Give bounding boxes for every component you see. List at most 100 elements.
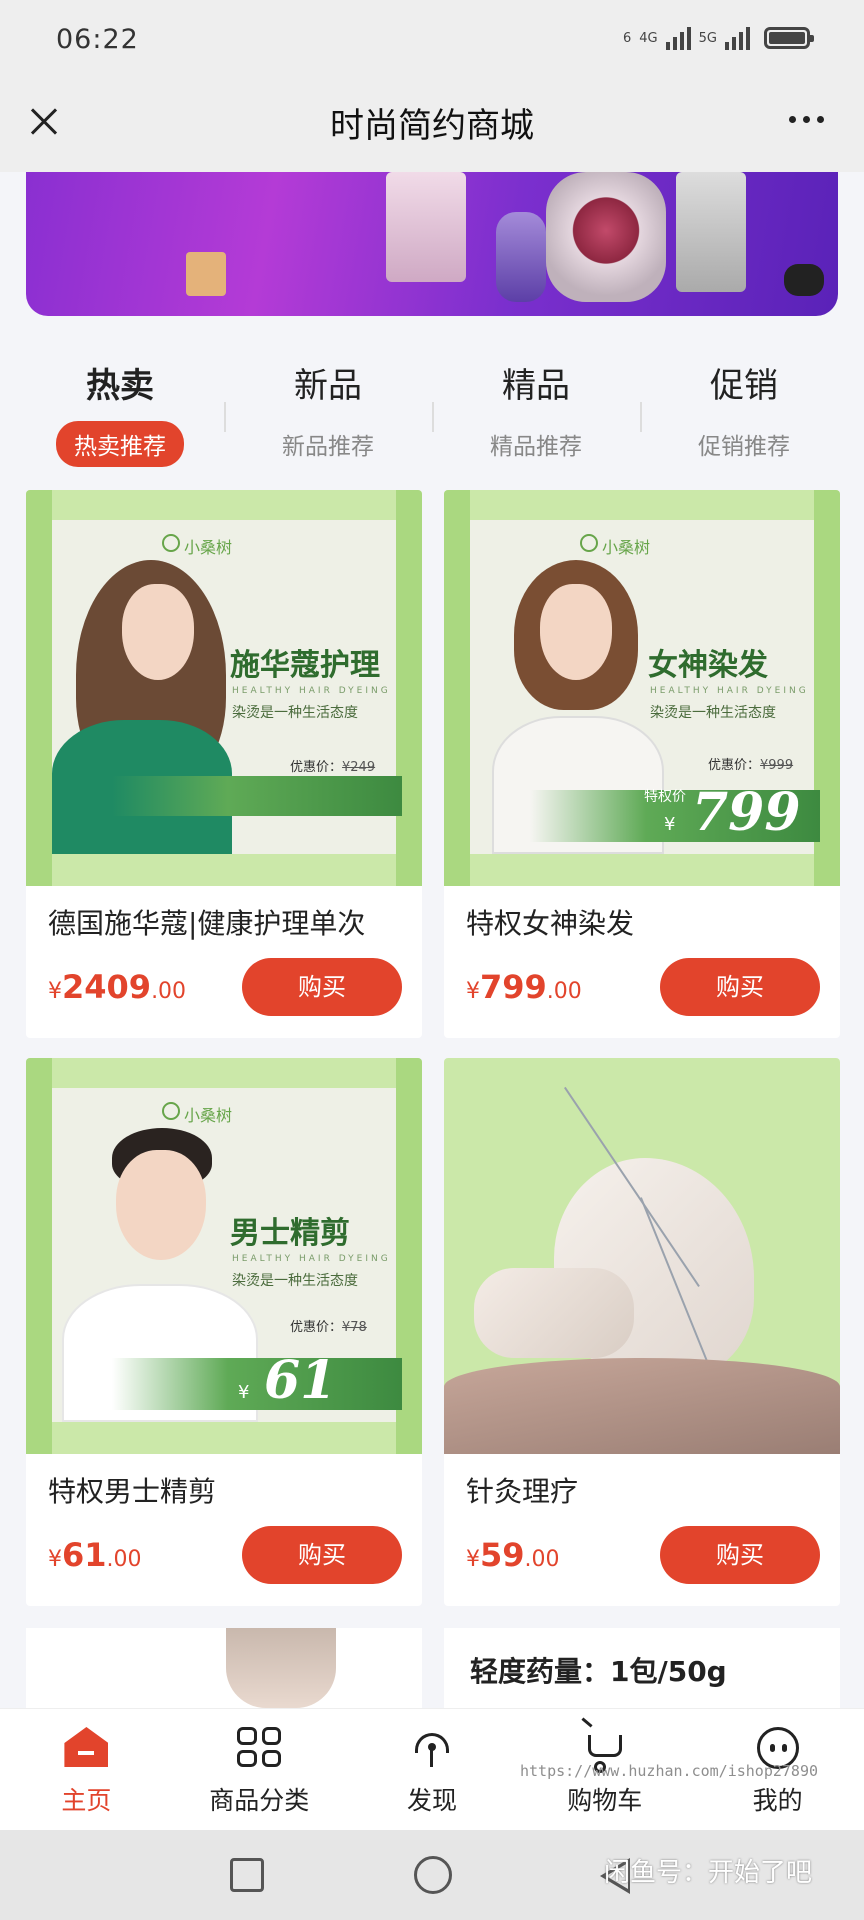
cart-icon [587,1735,622,1773]
discover-icon [410,1727,454,1767]
poster-brand: 小桑树 [602,538,651,557]
poster-privilege-price: 61 [264,1350,337,1411]
tab-title: 新品 [294,366,362,406]
product-price: ¥59.00 [466,1536,560,1574]
poster-subtitle-en: HEALTHY HAIR DYEING [650,686,809,696]
product-image[interactable]: 小桑树 女神染发 HEALTHY HAIR DYEING 染烫是一种生活态度 优… [444,490,840,886]
nav-label: 购物车 [567,1786,643,1815]
poster-title: 女神染发 [648,648,768,683]
network-5g-label: 5G [698,30,717,46]
tab-title: 促销 [710,366,778,406]
product-price: ¥799.00 [466,968,582,1006]
signal-icon [665,26,691,50]
nav-discover[interactable]: 发现 [346,1709,519,1830]
product-card[interactable]: 轻度药量：1包/50g [444,1628,840,1708]
poster-original-price: 优惠价：¥999 [708,758,794,773]
gloved-hand [474,1268,634,1358]
category-grid-icon [237,1727,282,1767]
recent-apps-icon[interactable] [230,1858,264,1892]
status-icons: 6 4G 5G [623,26,814,50]
buy-button[interactable]: 购买 [242,958,402,1016]
banner-appliance [386,172,466,282]
product-name[interactable]: 特权男士精剪 [48,1470,400,1510]
system-nav-bar: 闲鱼号：开始了吧 [0,1830,864,1920]
category-tabs: 热卖 热卖推荐 新品 新品推荐 精品 精品推荐 促销 促销推荐 [16,352,848,467]
network-4g-label: 4G [639,30,658,46]
tab-subtitle: 精品推荐 [490,434,582,460]
poster-slogan: 染烫是一种生活态度 [650,705,776,721]
tab-subtitle: 促销推荐 [698,434,790,460]
poster-privilege-label: 特权价 [644,789,686,805]
status-time: 06:22 [56,24,139,55]
product-name[interactable]: 德国施华蔻|健康护理单次 [48,902,400,942]
product-card[interactable]: 小桑树 男士精剪 HEALTHY HAIR DYEING 染烫是一种生活态度 优… [26,1058,422,1606]
product-poster: 小桑树 施华蔻护理 HEALTHY HAIR DYEING 染烫是一种生活态度 … [52,520,402,854]
brand-logo-icon [580,534,598,552]
product-poster: 小桑树 女神染发 HEALTHY HAIR DYEING 染烫是一种生活态度 优… [470,520,820,854]
system-watermark: 闲鱼号：开始了吧 [604,1858,813,1888]
poster-title: 施华蔻护理 [230,648,380,683]
banner-appliance [186,252,226,296]
product-name[interactable]: 针灸理疗 [466,1470,818,1510]
poster-privilege-label: 特权价 [212,1341,254,1357]
nav-label: 发现 [406,1786,457,1815]
poster-band [112,776,402,816]
product-card[interactable]: 针灸理疗 ¥59.00 购买 [444,1058,840,1606]
tab-promo[interactable]: 促销 促销推荐 [640,352,848,460]
tab-new[interactable]: 新品 新品推荐 [224,352,432,460]
poster-brand: 小桑树 [184,538,233,557]
brand-logo-icon [162,1102,180,1120]
poster-original-price: 优惠价：¥78 [290,1320,367,1335]
home-button-icon[interactable] [414,1856,452,1894]
banner-mascot-icon [784,264,824,296]
poster-slogan: 染烫是一种生活态度 [232,705,358,721]
poster-privilege-currency: ¥ [238,1382,250,1403]
poster-band [112,1358,402,1410]
watermark: https://www.huzhan.com/ishop27890 [520,1762,819,1780]
nav-label: 我的 [752,1786,803,1815]
tab-title: 热卖 [86,366,154,406]
poster-subtitle-en: HEALTHY HAIR DYEING [232,686,391,696]
product-card[interactable]: 小桑树 女神染发 HEALTHY HAIR DYEING 染烫是一种生活态度 优… [444,490,840,1038]
home-icon [64,1727,109,1767]
poster-title: 男士精剪 [230,1216,350,1251]
product-image [226,1628,336,1708]
banner-appliance [546,172,666,302]
product-image[interactable]: 小桑树 施华蔻护理 HEALTHY HAIR DYEING 染烫是一种生活态度 … [26,490,422,886]
buy-button[interactable]: 购买 [660,958,820,1016]
banner-appliance [496,212,546,302]
buy-button[interactable]: 购买 [242,1526,402,1584]
brand-logo-icon [162,534,180,552]
product-name[interactable]: 特权女神染发 [466,902,818,942]
product-card[interactable] [26,1628,422,1708]
poster-slogan: 染烫是一种生活态度 [232,1273,358,1289]
poster-original-price: 优惠价：¥249 [290,760,376,775]
tab-subtitle: 热卖推荐 [56,421,184,467]
page-title: 时尚简约商城 [330,106,534,146]
status-bar: 06:22 6 4G 5G [0,0,864,82]
battery-icon [764,27,814,49]
poster-privilege-price: 799 [692,782,801,843]
product-card[interactable]: 小桑树 施华蔻护理 HEALTHY HAIR DYEING 染烫是一种生活态度 … [26,490,422,1038]
poster-subtitle-en: HEALTHY HAIR DYEING [232,1254,391,1264]
more-dots-icon[interactable] [789,116,824,123]
nav-label: 商品分类 [209,1786,310,1815]
tab-hot[interactable]: 热卖 热卖推荐 [16,352,224,467]
wifi-icon: 6 [623,30,632,46]
product-image[interactable] [444,1058,840,1454]
nav-category[interactable]: 商品分类 [173,1709,346,1830]
product-price: ¥2409.00 [48,968,187,1006]
product-price: ¥61.00 [48,1536,142,1574]
nav-home[interactable]: 主页 [0,1709,173,1830]
buy-button[interactable]: 购买 [660,1526,820,1584]
promo-banner[interactable] [26,172,838,316]
title-bar: 时尚简约商城 [0,82,864,172]
product-image[interactable]: 小桑树 男士精剪 HEALTHY HAIR DYEING 染烫是一种生活态度 优… [26,1058,422,1454]
product-poster: 小桑树 男士精剪 HEALTHY HAIR DYEING 染烫是一种生活态度 优… [52,1088,402,1422]
banner-appliance [676,172,746,292]
tab-premium[interactable]: 精品 精品推荐 [432,352,640,460]
tab-subtitle: 新品推荐 [282,434,374,460]
nav-label: 主页 [61,1786,112,1815]
poster-privilege-currency: ¥ [664,814,676,835]
tab-title: 精品 [502,366,570,406]
